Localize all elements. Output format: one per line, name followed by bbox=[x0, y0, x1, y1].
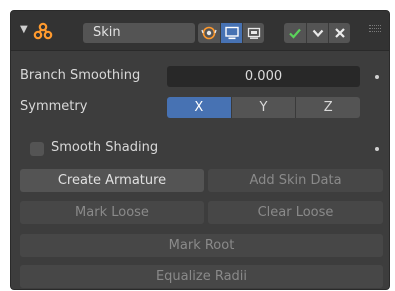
equalize-radii-button[interactable]: Equalize Radii bbox=[20, 265, 383, 288]
edit-mode-cage-icon[interactable] bbox=[198, 23, 220, 43]
add-skin-data-button[interactable]: Add Skin Data bbox=[208, 169, 383, 192]
mark-loose-button[interactable]: Mark Loose bbox=[20, 201, 204, 224]
symmetry-z-button[interactable]: Z bbox=[295, 97, 361, 118]
header-actions bbox=[284, 23, 350, 43]
symmetry-x-button[interactable]: X bbox=[167, 97, 231, 118]
keyframe-dot-icon[interactable] bbox=[375, 147, 379, 151]
display-toggles bbox=[198, 23, 264, 43]
branch-smoothing-label: Branch Smoothing bbox=[20, 68, 141, 83]
triangle-down-icon[interactable]: ▼ bbox=[20, 24, 28, 35]
smooth-shading-label: Smooth Shading bbox=[51, 140, 159, 155]
checkmark-icon[interactable] bbox=[284, 23, 306, 43]
panel-header: ▼ Skin bbox=[11, 11, 389, 51]
smooth-shading-checkbox[interactable] bbox=[30, 142, 44, 156]
branch-smoothing-field[interactable]: 0.000 bbox=[167, 66, 360, 87]
clear-loose-button[interactable]: Clear Loose bbox=[208, 201, 383, 224]
skin-modifier-icon bbox=[33, 22, 53, 40]
close-icon[interactable] bbox=[328, 23, 350, 43]
realtime-display-icon[interactable] bbox=[242, 23, 264, 43]
mark-root-button[interactable]: Mark Root bbox=[20, 234, 383, 257]
symmetry-label: Symmetry bbox=[20, 99, 88, 114]
symmetry-y-button[interactable]: Y bbox=[230, 97, 296, 118]
modifier-name-field[interactable]: Skin bbox=[83, 23, 195, 43]
drag-handle-icon[interactable] bbox=[369, 25, 381, 35]
edit-mode-icon[interactable] bbox=[220, 23, 242, 43]
skin-modifier-panel: ▼ Skin Branch Smoothing 0.000 Symmetry X… bbox=[10, 10, 390, 290]
keyframe-dot-icon[interactable] bbox=[375, 75, 379, 79]
chevron-down-icon[interactable] bbox=[306, 23, 328, 43]
symmetry-toggle-group: X Y Z bbox=[167, 97, 361, 118]
create-armature-button[interactable]: Create Armature bbox=[20, 169, 204, 192]
